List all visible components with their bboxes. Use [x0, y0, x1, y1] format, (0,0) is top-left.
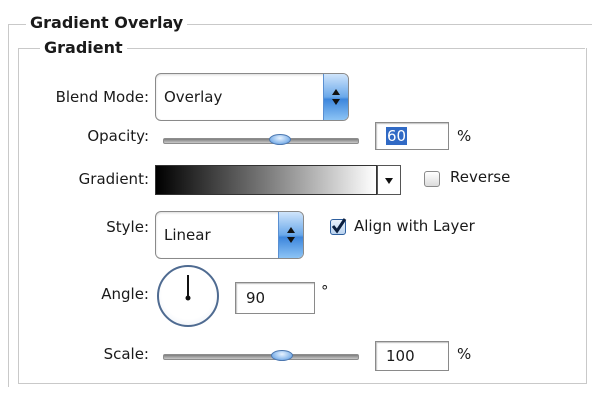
opacity-input[interactable]: 60 [375, 122, 449, 150]
style-label: Style: [106, 218, 149, 236]
style-dropdown[interactable]: Linear [155, 211, 304, 259]
scale-input[interactable]: 100 [375, 341, 449, 371]
opacity-slider-track[interactable] [163, 138, 359, 144]
opacity-unit: % [457, 127, 472, 145]
scale-slider-track[interactable] [163, 354, 359, 360]
gradient-picker-button[interactable] [377, 165, 401, 195]
angle-label: Angle: [101, 285, 149, 303]
angle-dial[interactable] [157, 265, 219, 327]
opacity-label: Opacity: [87, 127, 149, 145]
scale-label: Scale: [103, 345, 149, 363]
blend-mode-value: Overlay [164, 88, 223, 106]
blend-mode-dropdown[interactable]: Overlay [155, 73, 349, 121]
scale-value: 100 [386, 347, 415, 365]
chevron-down-icon [385, 178, 393, 184]
angle-input[interactable]: 90 [235, 282, 315, 314]
align-with-layer-checkbox[interactable] [330, 218, 347, 235]
angle-value: 90 [246, 289, 266, 307]
dropdown-arrows-icon [278, 212, 303, 258]
scale-unit: % [457, 345, 472, 363]
reverse-checkbox[interactable] [424, 171, 440, 187]
opacity-value: 60 [386, 127, 408, 145]
checkmark-icon [331, 218, 347, 234]
gradient-label: Gradient: [78, 170, 149, 188]
reverse-label: Reverse [450, 168, 511, 186]
dropdown-arrows-icon [323, 74, 348, 120]
align-with-layer-label: Align with Layer [354, 217, 475, 235]
group-title: Gradient [40, 38, 127, 57]
gradient-preview[interactable] [155, 165, 377, 195]
angle-unit: ° [321, 282, 329, 300]
style-value: Linear [164, 226, 211, 244]
angle-needle-icon [185, 275, 191, 301]
blend-mode-label: Blend Mode: [55, 88, 149, 106]
